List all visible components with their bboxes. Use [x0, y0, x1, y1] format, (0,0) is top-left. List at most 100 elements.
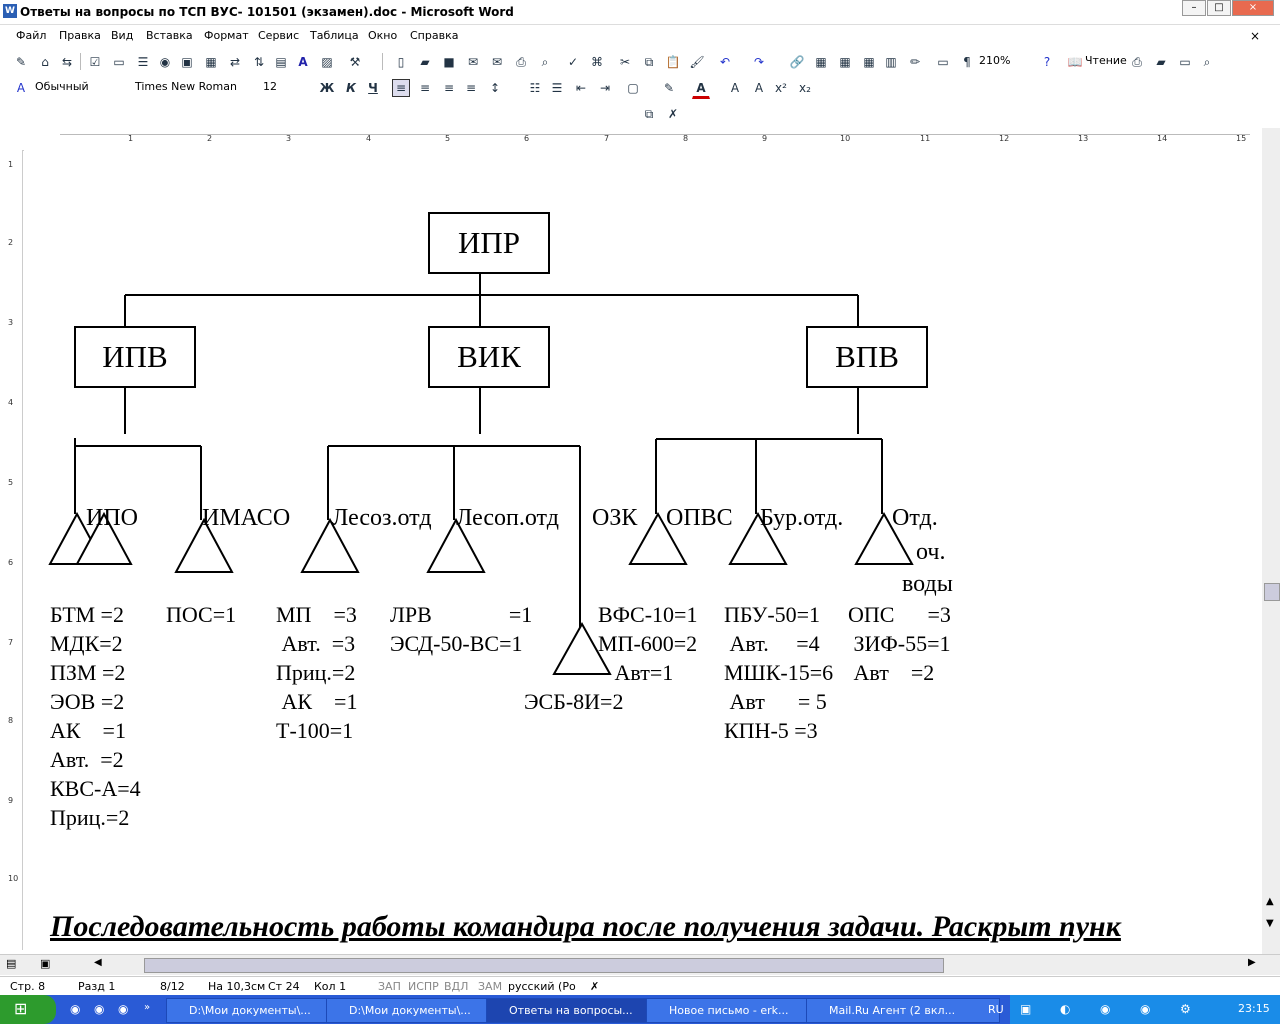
- status-rec[interactable]: ЗАП: [378, 980, 401, 993]
- table-icon[interactable]: ▦: [202, 53, 220, 71]
- edit-icon[interactable]: ✎: [12, 53, 30, 71]
- document-map-icon[interactable]: ▭: [934, 53, 952, 71]
- align-left-icon[interactable]: ≡: [392, 79, 410, 97]
- vertical-ruler[interactable]: 1 2 3 4 5 6 7 8 9 10: [0, 150, 23, 950]
- show-formatting-icon[interactable]: ¶: [958, 53, 976, 71]
- menu-format[interactable]: Формат: [204, 29, 249, 42]
- columns-icon[interactable]: ▥: [882, 53, 900, 71]
- messenger-icon[interactable]: ◉: [1100, 1002, 1110, 1016]
- firefox-icon[interactable]: ◉: [118, 1002, 128, 1016]
- cut-icon[interactable]: ✂: [616, 53, 634, 71]
- folder-icon[interactable]: ▰: [1152, 53, 1170, 71]
- justify-icon[interactable]: ≡: [462, 79, 480, 97]
- grid-icon[interactable]: ▤: [272, 53, 290, 71]
- taskbar-item[interactable]: D:\Мои документы\...: [166, 998, 332, 1023]
- line-spacing-icon[interactable]: ↕: [486, 79, 504, 97]
- scroll-right-icon[interactable]: ▶: [1248, 957, 1256, 968]
- menu-table[interactable]: Таблица: [310, 29, 359, 42]
- decrease-indent-icon[interactable]: ⇤: [572, 79, 590, 97]
- borders-icon[interactable]: ▢: [624, 79, 642, 97]
- permission-icon[interactable]: ✉: [464, 53, 482, 71]
- menu-file[interactable]: Файл: [16, 29, 46, 42]
- style-dropdown[interactable]: Обычный: [34, 78, 132, 96]
- subscript-icon[interactable]: x₂: [796, 79, 814, 97]
- increase-indent-icon[interactable]: ⇥: [596, 79, 614, 97]
- drawing-icon[interactable]: ✏: [906, 53, 924, 71]
- start-button[interactable]: ⊞: [0, 995, 56, 1024]
- horizontal-scrollbar[interactable]: ▤ ▣ ◀ ▶: [0, 954, 1280, 975]
- word-app-icon[interactable]: W: [3, 4, 17, 18]
- font-color-icon[interactable]: A: [692, 79, 710, 99]
- tools-icon[interactable]: ⚒: [346, 53, 364, 71]
- research-icon[interactable]: ⌘: [588, 53, 606, 71]
- scroll-up-icon[interactable]: ▲: [1266, 896, 1274, 907]
- save-icon[interactable]: ■: [440, 53, 458, 71]
- checkbox-icon[interactable]: ☑: [86, 53, 104, 71]
- help-icon[interactable]: ?: [1038, 53, 1056, 71]
- status-track[interactable]: ИСПР: [408, 980, 439, 993]
- taskbar-item-active[interactable]: Ответы на вопросы...: [486, 998, 652, 1023]
- superscript-icon[interactable]: x²: [772, 79, 790, 97]
- document-page[interactable]: ИПР ИПВ ВИК ВПВ ИПО ИМАСО Лесоз.отд Лесо…: [24, 150, 1262, 954]
- shrink-font-icon[interactable]: A: [750, 79, 768, 97]
- redo-icon[interactable]: ↷: [750, 53, 768, 71]
- spelling-icon[interactable]: ✓: [564, 53, 582, 71]
- insert-table-icon[interactable]: ▦: [836, 53, 854, 71]
- menu-tools[interactable]: Сервис: [258, 29, 299, 42]
- zoom-dropdown[interactable]: 210%: [978, 52, 1032, 70]
- close-button[interactable]: ×: [1232, 0, 1274, 16]
- arrows-icon[interactable]: ⇆: [58, 53, 76, 71]
- bold-icon[interactable]: Ж: [318, 79, 336, 97]
- align-center-icon[interactable]: ≡: [416, 79, 434, 97]
- read-button[interactable]: Чтение: [1084, 52, 1128, 70]
- scroll-thumb[interactable]: [1264, 583, 1280, 601]
- wordart-icon[interactable]: A: [294, 53, 312, 71]
- menu-window[interactable]: Окно: [368, 29, 397, 42]
- close-doc-icon[interactable]: ×: [1250, 29, 1260, 43]
- read-icon[interactable]: 📖: [1066, 53, 1084, 71]
- open-folder-icon[interactable]: ▰: [416, 53, 434, 71]
- italic-icon[interactable]: К: [342, 79, 360, 97]
- network-icon[interactable]: ▣: [1020, 1002, 1031, 1016]
- tables-borders-icon[interactable]: ▦: [812, 53, 830, 71]
- compare-icon[interactable]: ⧉: [640, 105, 658, 123]
- styles-icon[interactable]: A: [12, 79, 30, 97]
- hyperlink-icon[interactable]: 🔗: [788, 53, 806, 71]
- taskbar-item[interactable]: Mail.Ru Агент (2 вкл...: [806, 998, 1000, 1023]
- split-icon[interactable]: ⇅: [250, 53, 268, 71]
- picture-icon[interactable]: ▨: [318, 53, 336, 71]
- minimize-button[interactable]: –: [1182, 0, 1206, 16]
- print-icon[interactable]: ⎙: [512, 53, 530, 71]
- frame-icon[interactable]: ▣: [178, 53, 196, 71]
- listbox-icon[interactable]: ☰: [134, 53, 152, 71]
- numbering-icon[interactable]: ☷: [526, 79, 544, 97]
- maximize-button[interactable]: □: [1207, 0, 1231, 16]
- wrap-icon[interactable]: ⇄: [226, 53, 244, 71]
- status-overtype[interactable]: ЗАМ: [478, 980, 502, 993]
- hscroll-thumb[interactable]: [144, 958, 944, 973]
- horizontal-ruler[interactable]: 1 2 3 4 5 6 7 8 9 10 11 12 13 14 15: [0, 128, 1262, 151]
- print-preview-icon[interactable]: ⌕: [536, 53, 554, 71]
- volume-icon[interactable]: ◐: [1060, 1002, 1070, 1016]
- font-dropdown[interactable]: Times New Roman: [134, 78, 258, 96]
- undo-icon[interactable]: ↶: [716, 53, 734, 71]
- format-painter-icon[interactable]: 🖌: [688, 53, 706, 71]
- status-extend[interactable]: ВДЛ: [444, 980, 468, 993]
- settings-icon[interactable]: ⚙: [1180, 1002, 1191, 1016]
- menu-insert[interactable]: Вставка: [146, 29, 193, 42]
- language-indicator[interactable]: RU: [988, 1003, 1004, 1016]
- grow-font-icon[interactable]: A: [726, 79, 744, 97]
- paste-icon[interactable]: 📋: [664, 53, 682, 71]
- font-size-dropdown[interactable]: 12: [262, 78, 308, 96]
- print2-icon[interactable]: ⎙: [1128, 53, 1146, 71]
- highlight-icon[interactable]: ✎: [660, 79, 678, 97]
- insert-excel-icon[interactable]: ▦: [860, 53, 878, 71]
- underline-icon[interactable]: Ч: [364, 79, 382, 97]
- form-icon[interactable]: ▭: [1176, 53, 1194, 71]
- reject-icon[interactable]: ✗: [664, 105, 682, 123]
- binoculars-icon[interactable]: ⌕: [1198, 53, 1216, 71]
- menu-edit[interactable]: Правка: [59, 29, 101, 42]
- menu-help[interactable]: Справка: [410, 29, 458, 42]
- new-document-icon[interactable]: ▯: [392, 53, 410, 71]
- menu-view[interactable]: Вид: [111, 29, 133, 42]
